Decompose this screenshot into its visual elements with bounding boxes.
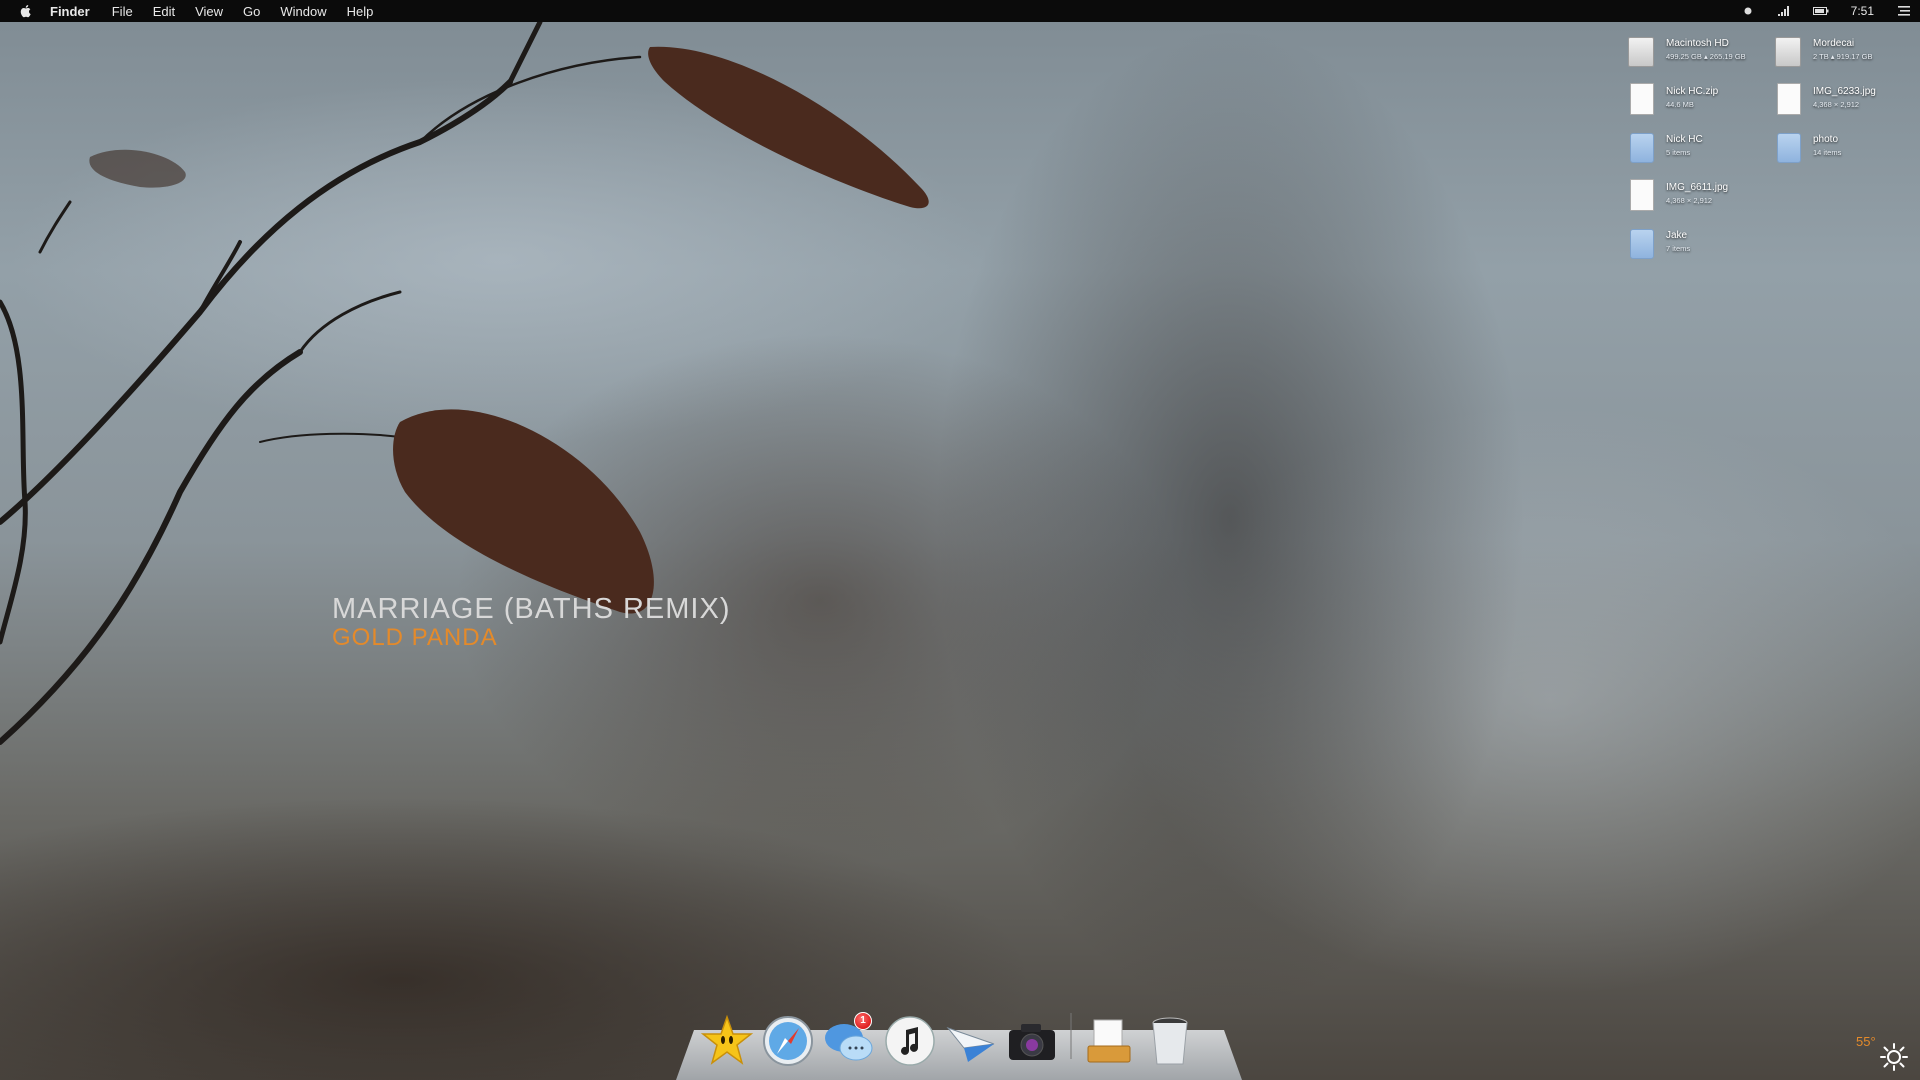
dock-paper-plane[interactable] xyxy=(944,1014,998,1068)
desktop-item-nick-hc[interactable]: Nick HC 5 items xyxy=(1628,128,1768,170)
inbox-tray-icon xyxy=(1087,1019,1131,1063)
item-name: Macintosh HD xyxy=(1666,38,1729,49)
leaf-blur xyxy=(89,149,186,188)
notification-list-icon[interactable] xyxy=(1898,6,1910,16)
desktop-item-macintosh-hd[interactable]: Macintosh HD 499.25 GB ▴ 265.19 GB xyxy=(1628,32,1768,74)
folder-icon xyxy=(1630,133,1654,163)
item-name: Nick HC.zip xyxy=(1666,86,1719,97)
item-name: IMG_6611.jpg xyxy=(1666,182,1729,193)
item-info: 5 items xyxy=(1666,148,1691,157)
folder-icon xyxy=(1777,133,1801,163)
hard-drive-icon xyxy=(1628,37,1654,67)
item-info: 7 items xyxy=(1666,244,1691,253)
jpeg-file-icon xyxy=(1777,83,1801,115)
track-title: MARRIAGE (BATHS REMIX) xyxy=(332,593,731,625)
compass-icon xyxy=(763,1016,813,1066)
item-info: 499.25 GB ▴ 265.19 GB xyxy=(1666,52,1746,61)
music-disc-icon xyxy=(885,1016,935,1066)
item-name: Nick HC xyxy=(1666,134,1703,145)
dock-itunes[interactable] xyxy=(883,1014,937,1068)
menu-bar: Finder File Edit View Go Window Help 7:5… xyxy=(0,0,1920,22)
paper-plane-icon xyxy=(946,1026,995,1062)
desktop-item-mordecai[interactable]: Mordecai 2 TB ▴ 919.17 GB xyxy=(1775,32,1915,74)
weather-temp: 55° xyxy=(1856,1034,1876,1049)
dock: 1 xyxy=(700,1004,1204,1068)
star-icon xyxy=(700,1014,754,1065)
item-name: photo xyxy=(1813,134,1839,145)
item-info: 2 TB ▴ 919.17 GB xyxy=(1813,52,1873,61)
dock-camera[interactable] xyxy=(1005,1014,1059,1068)
now-playing-widget: MARRIAGE (BATHS REMIX) GOLD PANDA xyxy=(332,592,731,650)
desktop-item-nick-hc-zip[interactable]: Nick HC.zip 44.6 MB xyxy=(1628,80,1768,122)
battery-icon[interactable] xyxy=(1812,5,1829,17)
leaf-large xyxy=(393,409,654,614)
menu-go[interactable]: Go xyxy=(243,4,260,19)
desktop-item-img-6611[interactable]: IMG_6611.jpg 4,368 × 2,912 xyxy=(1628,176,1768,218)
item-name: Mordecai xyxy=(1813,38,1855,49)
apple-menu-icon[interactable] xyxy=(18,3,34,19)
menu-view[interactable]: View xyxy=(195,4,223,19)
notification-badge: 1 xyxy=(854,1012,872,1030)
dock-messages[interactable]: 1 xyxy=(822,1012,876,1068)
menu-window[interactable]: Window xyxy=(280,4,326,19)
status-area: 7:51 xyxy=(1741,0,1920,22)
dock-separator xyxy=(1070,1013,1072,1059)
menu-file[interactable]: File xyxy=(112,4,133,19)
zip-file-icon xyxy=(1630,83,1654,115)
external-drive-icon xyxy=(1775,37,1801,67)
leaf-top xyxy=(648,46,929,209)
item-name: IMG_6233.jpg xyxy=(1813,86,1876,97)
dock-trash[interactable] xyxy=(1143,1014,1197,1068)
wifi-icon[interactable] xyxy=(1777,5,1791,17)
trash-icon xyxy=(1152,1017,1188,1065)
jpeg-file-icon xyxy=(1630,179,1654,211)
dock-safari[interactable] xyxy=(761,1014,815,1068)
dock-inbox-tray[interactable] xyxy=(1082,1014,1136,1068)
menu-finder[interactable]: Finder xyxy=(50,4,90,19)
folder-icon xyxy=(1630,229,1654,259)
item-info: 4,368 × 2,912 xyxy=(1813,100,1860,109)
item-info: 44.6 MB xyxy=(1666,100,1694,109)
dock-star-app[interactable] xyxy=(700,1014,754,1068)
music-note-icon[interactable] xyxy=(1741,5,1755,17)
menu-clock[interactable]: 7:51 xyxy=(1851,4,1874,18)
item-info: 14 items xyxy=(1813,148,1842,157)
menu-help[interactable]: Help xyxy=(347,4,374,19)
item-info: 4,368 × 2,912 xyxy=(1666,196,1713,205)
sun-icon[interactable] xyxy=(1880,1043,1908,1071)
desktop-item-photo[interactable]: photo 14 items xyxy=(1775,128,1915,170)
track-artist: GOLD PANDA xyxy=(332,624,498,651)
desktop-item-jake[interactable]: Jake 7 items xyxy=(1628,224,1768,266)
menu-edit[interactable]: Edit xyxy=(153,4,175,19)
desktop-item-img-6233[interactable]: IMG_6233.jpg 4,368 × 2,912 xyxy=(1775,80,1915,122)
camera-icon xyxy=(1009,1024,1055,1060)
item-name: Jake xyxy=(1666,230,1688,241)
